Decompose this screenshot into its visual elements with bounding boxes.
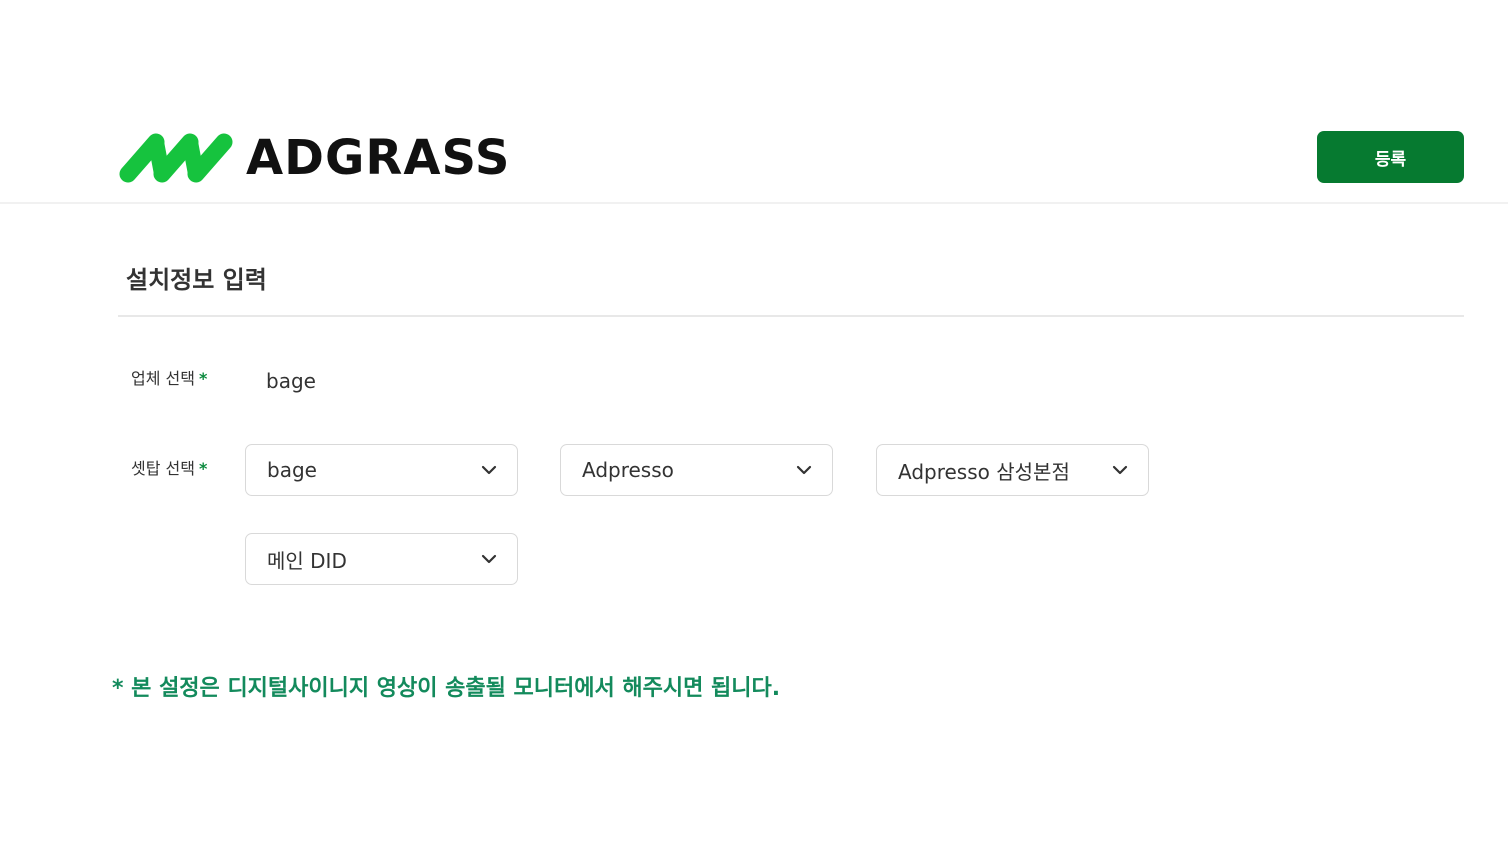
chevron-down-icon <box>481 465 497 475</box>
chevron-down-icon <box>796 465 812 475</box>
settop-device-select[interactable]: 메인 DID <box>245 533 518 585</box>
adgrass-leaf-logo-icon <box>119 133 233 183</box>
settop-field-label: 셋탑 선택 * <box>131 457 207 481</box>
required-mark: * <box>198 459 208 478</box>
setup-notice: * 본 설정은 디지털사이니지 영상이 송출될 모니터에서 해주시면 됩니다. <box>112 676 781 701</box>
select-value: Adpresso <box>582 458 674 482</box>
select-value: bage <box>267 458 317 482</box>
install-info-page: ADGRASS 등록 설치정보 입력 업체 선택 * bage 셋탑 선택 * ba… <box>0 0 1508 850</box>
settop-label-text: 셋탑 선택 <box>131 459 195 478</box>
select-value: 메인 DID <box>267 548 347 573</box>
select-value: Adpresso 삼성본점 <box>898 459 1070 484</box>
company-label-text: 업체 선택 <box>131 369 195 388</box>
chevron-down-icon <box>481 554 497 564</box>
required-mark: * <box>198 369 208 388</box>
brand-logo: ADGRASS <box>118 128 510 188</box>
brand-name: ADGRASS <box>246 130 511 186</box>
register-button[interactable]: 등록 <box>1317 131 1464 183</box>
settop-company-select[interactable]: bage <box>245 444 518 496</box>
header: ADGRASS 등록 <box>0 0 1508 204</box>
page-title: 설치정보 입력 <box>126 266 267 294</box>
company-field-label: 업체 선택 * <box>131 367 207 391</box>
company-value: bage <box>266 369 316 393</box>
section-divider <box>118 315 1464 317</box>
chevron-down-icon <box>1112 465 1128 475</box>
settop-brand-select[interactable]: Adpresso <box>560 444 833 496</box>
settop-store-select[interactable]: Adpresso 삼성본점 <box>876 444 1149 496</box>
